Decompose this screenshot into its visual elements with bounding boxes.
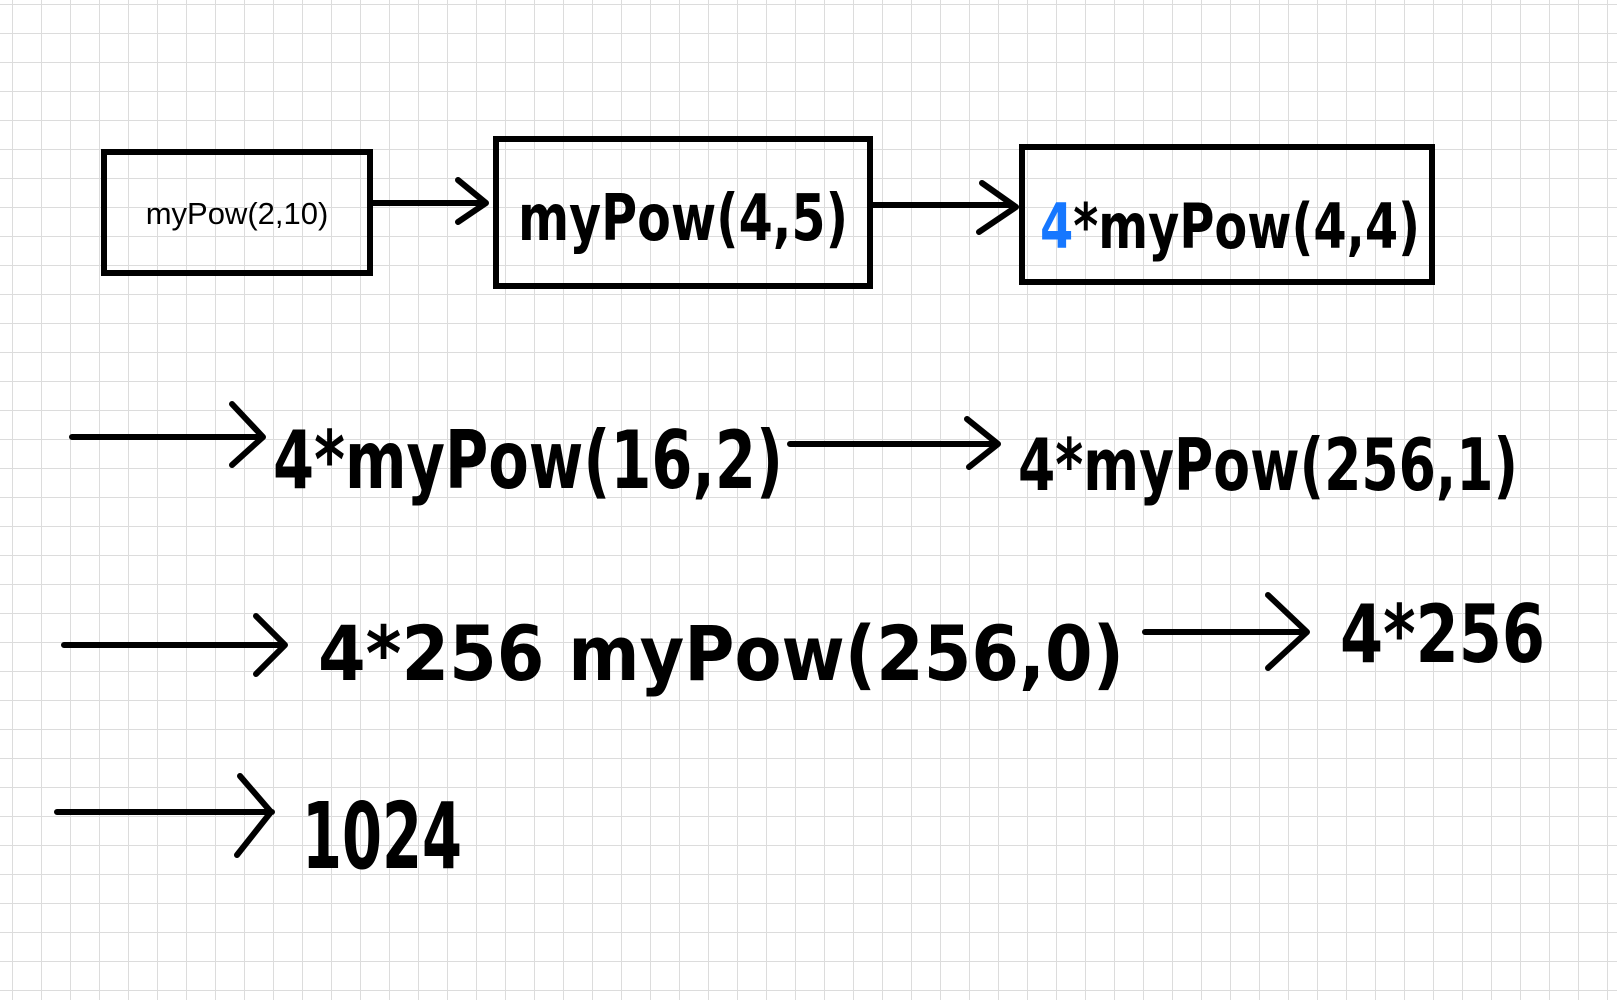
arrow-to-step2 [69,401,266,468]
step3-expression: 4*myPow(256,1) [1018,423,1518,507]
step5-expression: 4*256 [1340,588,1545,681]
arrow-initial-to-squared [367,177,489,225]
whiteboard-canvas: myPow(2,10) myPow(4,5) 4*myPow(4,4) 4*my… [54,136,1545,890]
initial-call-label: myPow(2,10) [146,196,329,231]
arrow-squared-to-step1 [867,180,1019,235]
step1-expression: 4*myPow(4,4) [1040,190,1420,263]
step4-expression: 4*256 myPow(256,0) [318,609,1124,698]
arrow-to-result [54,773,275,858]
squared-call-label: myPow(4,5) [518,182,848,256]
step1-remainder: *myPow(4,4) [1073,190,1420,263]
result-value: 1024 [302,783,462,890]
arrow-to-step4 [61,613,288,677]
arrow-step4-to-step5 [1142,592,1310,671]
step1-highlight-coefficient: 4 [1040,190,1073,263]
arrow-step2-to-step3 [787,416,1001,470]
step2-expression: 4*myPow(16,2) [273,414,783,507]
